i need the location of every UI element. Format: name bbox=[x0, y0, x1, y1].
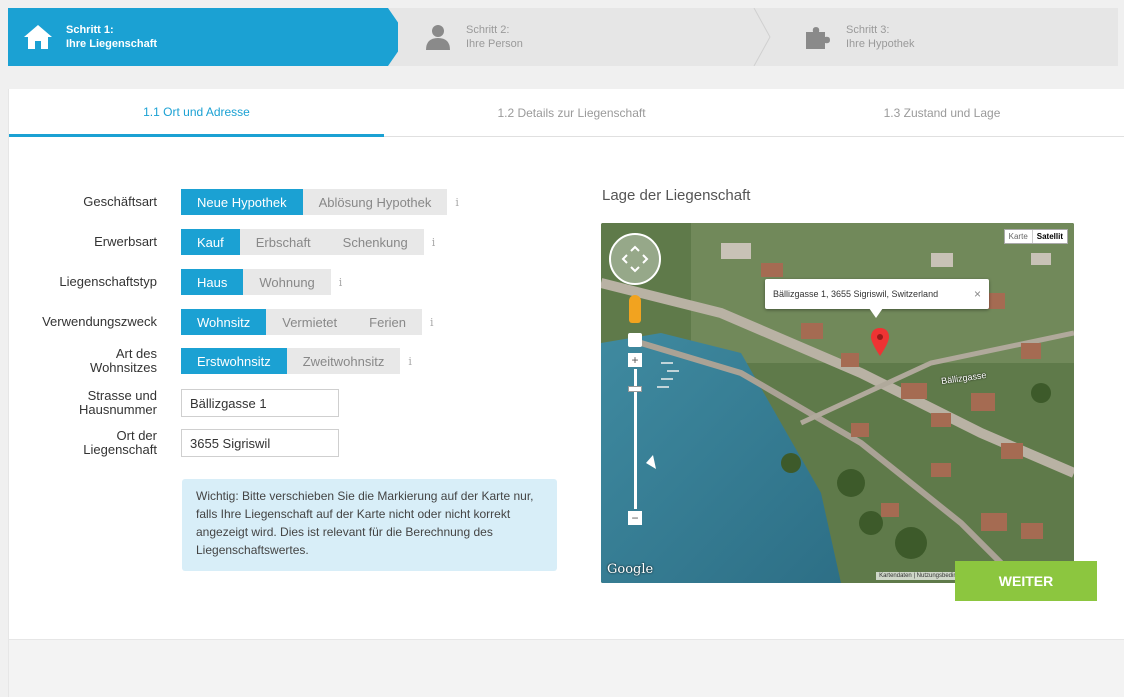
form-card: 1.1 Ort und Adresse 1.2 Details zur Lieg… bbox=[8, 89, 1124, 697]
step-1-title: Ihre Liegenschaft bbox=[66, 38, 158, 50]
tab-details-liegenschaft[interactable]: 1.2 Details zur Liegenschaft bbox=[384, 89, 759, 137]
location-popup: Bällizgasse 1, 3655 Sigriswil, Switzerla… bbox=[765, 279, 989, 309]
label-line: Strasse und bbox=[87, 388, 157, 403]
row-erwerbsart: Erwerbsart Kauf Erbschaft Schenkung i bbox=[9, 229, 435, 255]
step-3-title: Ihre Hypothek bbox=[846, 38, 915, 50]
label-verwendungszweck: Verwendungszweck bbox=[42, 314, 157, 329]
pegman-icon[interactable] bbox=[629, 295, 641, 323]
satellite-map[interactable]: + − Karte Satellit Bällizgasse 1, 3655 S… bbox=[601, 223, 1074, 583]
info-icon[interactable]: i bbox=[408, 355, 412, 368]
pan-arrows-icon bbox=[621, 245, 649, 273]
map-marker-icon[interactable] bbox=[871, 328, 889, 356]
popup-address: Bällizgasse 1, 3655 Sigriswil, Switzerla… bbox=[773, 289, 939, 299]
option-erstwohnsitz[interactable]: Erstwohnsitz bbox=[181, 348, 287, 374]
row-verwendungszweck: Verwendungszweck Wohnsitz Vermietet Feri… bbox=[9, 309, 434, 335]
important-note: Wichtig: Bitte verschieben Sie die Marki… bbox=[182, 479, 557, 571]
option-erbschaft[interactable]: Erbschaft bbox=[239, 229, 327, 255]
rotate-icon[interactable] bbox=[628, 333, 642, 347]
option-wohnsitz[interactable]: Wohnsitz bbox=[181, 309, 267, 335]
ort-input[interactable]: 3655 Sigriswil bbox=[181, 429, 339, 457]
row-ort: Ort der Liegenschaft 3655 Sigriswil bbox=[9, 429, 339, 457]
label-line: Ort der bbox=[116, 428, 157, 443]
row-geschaeftsart: Geschäftsart Neue Hypothek Ablösung Hypo… bbox=[9, 189, 459, 215]
label-geschaeftsart: Geschäftsart bbox=[83, 194, 157, 209]
segmented-art-wohnsitz: Erstwohnsitz Zweitwohnsitz bbox=[181, 348, 401, 374]
option-kauf[interactable]: Kauf bbox=[181, 229, 240, 255]
step-progress-bar: Schritt 1: Ihre Liegenschaft Schritt 2: … bbox=[8, 8, 1118, 66]
map-imagery bbox=[601, 223, 1074, 583]
info-icon[interactable]: i bbox=[455, 196, 459, 209]
label-erwerbsart: Erwerbsart bbox=[94, 234, 157, 249]
label-line: Wohnsitzes bbox=[90, 360, 157, 375]
row-liegenschaftstyp: Liegenschaftstyp Haus Wohnung i bbox=[9, 269, 342, 295]
page: Schritt 1: Ihre Liegenschaft Schritt 2: … bbox=[0, 0, 1124, 697]
option-neue-hypothek[interactable]: Neue Hypothek bbox=[181, 189, 303, 215]
strasse-input[interactable]: Bällizgasse 1 bbox=[181, 389, 339, 417]
segmented-verwendungszweck: Wohnsitz Vermietet Ferien bbox=[181, 309, 423, 335]
label-line: Hausnummer bbox=[78, 402, 157, 417]
label-liegenschaftstyp: Liegenschaftstyp bbox=[59, 274, 157, 289]
row-strasse: Strasse und Hausnummer Bällizgasse 1 bbox=[9, 389, 339, 417]
label-line: Liegenschaft bbox=[83, 442, 157, 457]
row-art-wohnsitz: Art des Wohnsitzes Erstwohnsitz Zweitwoh… bbox=[9, 347, 412, 375]
option-zweitwohnsitz[interactable]: Zweitwohnsitz bbox=[286, 348, 401, 374]
segmented-liegenschaftstyp: Haus Wohnung bbox=[181, 269, 331, 295]
label-ort: Ort der Liegenschaft bbox=[9, 429, 169, 457]
popup-close-icon[interactable]: × bbox=[974, 287, 981, 301]
step-2-title: Ihre Person bbox=[466, 38, 523, 50]
step-divider bbox=[753, 8, 771, 66]
map-type-satellit[interactable]: Satellit bbox=[1031, 230, 1067, 243]
step-1-number: Schritt 1: bbox=[66, 24, 114, 36]
weiter-button[interactable]: WEITER bbox=[955, 561, 1097, 601]
footer-bar bbox=[9, 639, 1124, 697]
option-haus[interactable]: Haus bbox=[181, 269, 244, 295]
segmented-erwerbsart: Kauf Erbschaft Schenkung bbox=[181, 229, 424, 255]
option-wohnung[interactable]: Wohnung bbox=[243, 269, 331, 295]
option-schenkung[interactable]: Schenkung bbox=[326, 229, 424, 255]
step-2-number: Schritt 2: bbox=[466, 24, 510, 36]
pan-control[interactable] bbox=[609, 233, 661, 285]
label-art-wohnsitz: Art des Wohnsitzes bbox=[9, 347, 169, 375]
zoom-in-button[interactable]: + bbox=[628, 353, 642, 367]
popup-pointer bbox=[869, 308, 883, 318]
step-3-number: Schritt 3: bbox=[846, 24, 890, 36]
step-1[interactable]: Schritt 1: Ihre Liegenschaft bbox=[8, 8, 398, 66]
sub-tabs: 1.1 Ort und Adresse 1.2 Details zur Lieg… bbox=[9, 89, 1124, 137]
option-abloesung-hypothek[interactable]: Ablösung Hypothek bbox=[302, 189, 448, 215]
tab-zustand-und-lage[interactable]: 1.3 Zustand und Lage bbox=[759, 89, 1124, 137]
person-icon bbox=[422, 21, 454, 53]
label-strasse: Strasse und Hausnummer bbox=[9, 389, 169, 417]
option-ferien[interactable]: Ferien bbox=[353, 309, 423, 335]
info-icon[interactable]: i bbox=[430, 316, 434, 329]
map-title: Lage der Liegenschaft bbox=[602, 187, 751, 204]
info-icon[interactable]: i bbox=[339, 276, 343, 289]
zoom-handle[interactable] bbox=[628, 386, 642, 392]
google-logo: Google bbox=[607, 562, 654, 577]
tab-ort-und-adresse[interactable]: 1.1 Ort und Adresse bbox=[9, 89, 384, 137]
map-type-karte[interactable]: Karte bbox=[1005, 230, 1032, 243]
step-2[interactable]: Schritt 2: Ihre Person bbox=[392, 8, 772, 66]
info-icon[interactable]: i bbox=[432, 236, 436, 249]
puzzle-icon bbox=[802, 21, 834, 53]
label-line: Art des bbox=[115, 346, 157, 361]
map-type-toggle: Karte Satellit bbox=[1003, 229, 1068, 244]
segmented-geschaeftsart: Neue Hypothek Ablösung Hypothek bbox=[181, 189, 448, 215]
zoom-out-button[interactable]: − bbox=[628, 511, 642, 525]
option-vermietet[interactable]: Vermietet bbox=[266, 309, 354, 335]
house-icon bbox=[22, 21, 54, 53]
step-3[interactable]: Schritt 3: Ihre Hypothek bbox=[772, 8, 1118, 66]
